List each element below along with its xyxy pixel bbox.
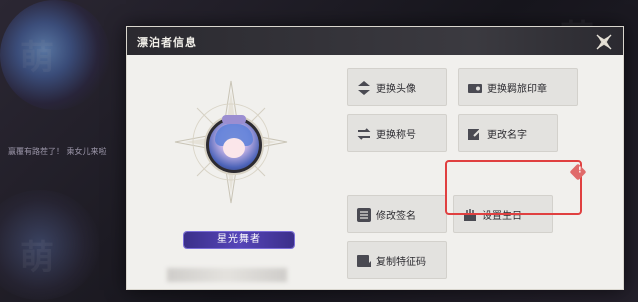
change-avatar-button[interactable]: 更换头像 bbox=[347, 68, 447, 106]
player-name-plate: 星光舞者 bbox=[184, 232, 294, 248]
background-chat-text: 赢覆有路茬了！ 乘女儿来啦 bbox=[8, 147, 107, 156]
change-stamp-label: 更换羁旅印章 bbox=[487, 84, 547, 95]
change-signature-label: 修改签名 bbox=[376, 211, 416, 222]
avatar[interactable] bbox=[206, 115, 262, 173]
swap-arrows-icon bbox=[356, 126, 372, 142]
change-name-label: 更改名字 bbox=[487, 130, 527, 141]
change-avatar-label: 更换头像 bbox=[376, 84, 416, 95]
close-icon[interactable] bbox=[593, 31, 615, 53]
player-info-dialog: 漂泊者信息 星光舞者 更换头像 更换羁旅印章 更换称号 更改名字 修改签名 设置… bbox=[126, 26, 624, 290]
avatar-frame bbox=[167, 73, 317, 223]
change-title-button[interactable]: 更换称号 bbox=[347, 114, 447, 152]
bottom-menu-strip bbox=[0, 280, 638, 298]
change-signature-button[interactable]: 修改签名 bbox=[347, 195, 447, 233]
list-lines-icon bbox=[356, 207, 372, 223]
avatar-swap-icon bbox=[356, 80, 372, 96]
dialog-title: 漂泊者信息 bbox=[137, 36, 197, 49]
copy-stamp-icon bbox=[356, 253, 372, 269]
change-name-button[interactable]: 更改名字 bbox=[458, 114, 558, 152]
copy-code-label: 复制特征码 bbox=[376, 257, 426, 268]
change-title-label: 更换称号 bbox=[376, 130, 416, 141]
dialog-header: 漂泊者信息 bbox=[127, 27, 623, 55]
birthday-highlight-box bbox=[445, 160, 582, 215]
background-character-art bbox=[0, 0, 110, 110]
stamp-icon bbox=[467, 80, 483, 96]
change-stamp-button[interactable]: 更换羁旅印章 bbox=[458, 68, 578, 106]
edit-pen-icon bbox=[467, 126, 483, 142]
new-badge-mark: ! bbox=[577, 165, 582, 175]
copy-code-button[interactable]: 复制特征码 bbox=[347, 241, 447, 279]
